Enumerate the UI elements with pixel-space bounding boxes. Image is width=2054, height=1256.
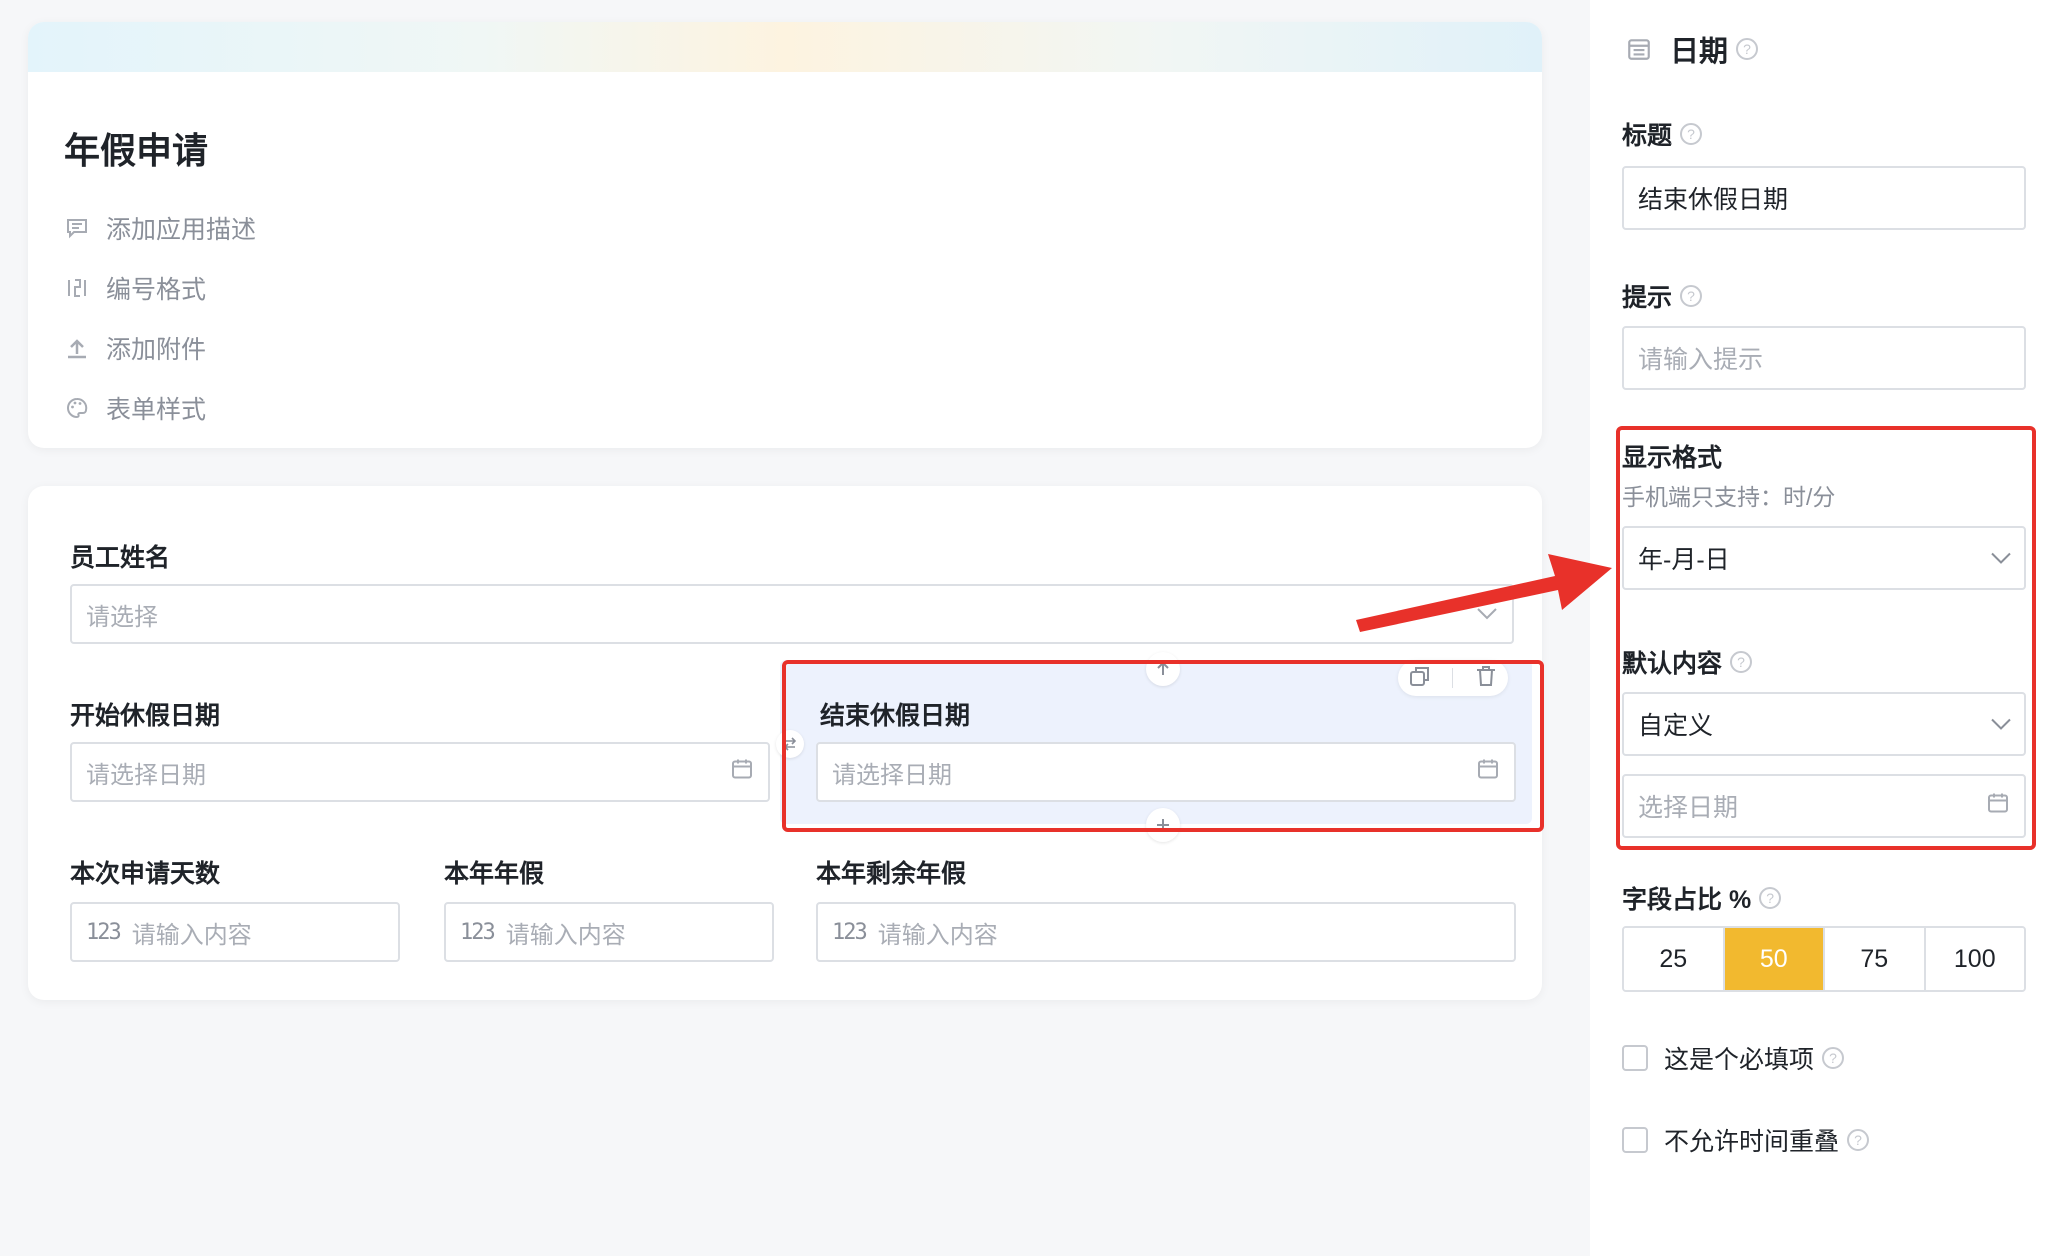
format-value: 年-月-日: [1638, 546, 1730, 574]
employee-placeholder: 请选择: [86, 603, 158, 631]
meta-label: 编号格式: [106, 276, 207, 304]
default-setting-text: 默认内容: [1622, 650, 1723, 678]
panel-header: 日期 ?: [1626, 28, 1759, 70]
title-setting-label: 标题 ?: [1622, 116, 1703, 152]
annual-input[interactable]: 123 请输入内容: [444, 902, 774, 962]
width-option-75[interactable]: 75: [1825, 928, 1926, 990]
default-date-input[interactable]: 选择日期: [1622, 774, 2026, 838]
width-setting-label: 字段占比 % ?: [1622, 880, 1782, 916]
help-icon[interactable]: ?: [1759, 887, 1782, 909]
number-prefix-icon: 123: [460, 919, 496, 945]
annotation-arrow-icon: [1356, 554, 1612, 632]
meta-label: 表单样式: [106, 396, 207, 424]
swap-handle[interactable]: [776, 730, 804, 758]
remaining-label: 本年剩余年假: [816, 860, 967, 888]
end-date-placeholder: 请选择日期: [832, 761, 952, 789]
calendar-icon: [1476, 757, 1500, 788]
required-label: 这是个必填项: [1664, 1046, 1815, 1074]
form-title[interactable]: 年假申请: [64, 122, 208, 174]
format-note: 手机端只支持：时/分: [1622, 484, 1836, 510]
required-option[interactable]: 这是个必填项 ?: [1622, 1040, 1845, 1076]
panel-title: 日期: [1670, 36, 1729, 68]
width-option-25[interactable]: 25: [1624, 928, 1725, 990]
hint-placeholder: 请输入提示: [1638, 346, 1764, 374]
upload-icon: [64, 335, 90, 361]
calendar-icon: [1986, 791, 2010, 822]
start-date-input[interactable]: 请选择日期: [70, 742, 770, 802]
default-date-placeholder: 选择日期: [1638, 794, 1739, 822]
help-icon[interactable]: ?: [1680, 123, 1703, 145]
width-option-100[interactable]: 100: [1925, 928, 2024, 990]
help-icon[interactable]: ?: [1736, 38, 1759, 60]
help-icon[interactable]: ?: [1730, 651, 1753, 673]
days-label: 本次申请天数: [70, 860, 221, 888]
property-panel: 日期 ? 标题 ? 结束休假日期 提示 ? 请输入提示 显示格式 手机端只支持：…: [1590, 0, 2054, 1256]
numbering-icon: [64, 275, 90, 301]
start-date-label: 开始休假日期: [70, 702, 221, 730]
width-option-50[interactable]: 50: [1724, 928, 1825, 990]
copy-icon[interactable]: [1408, 664, 1432, 693]
default-value: 自定义: [1638, 712, 1714, 740]
format-setting-label: 显示格式: [1622, 444, 1723, 472]
palette-icon: [64, 395, 90, 421]
help-icon[interactable]: ?: [1680, 285, 1703, 307]
number-prefix-icon: 123: [832, 919, 868, 945]
add-description-button[interactable]: 添加应用描述: [64, 198, 256, 258]
no-overlap-option[interactable]: 不允许时间重叠 ?: [1622, 1122, 1870, 1158]
help-icon[interactable]: ?: [1847, 1129, 1870, 1151]
remaining-placeholder: 请输入内容: [877, 921, 998, 949]
annual-placeholder: 请输入内容: [505, 921, 626, 949]
end-date-label: 结束休假日期: [820, 702, 971, 730]
meta-label: 添加附件: [106, 336, 207, 364]
format-select[interactable]: 年-月-日: [1622, 526, 2026, 590]
width-segmented-control: 25 50 75 100: [1622, 926, 2026, 992]
start-date-placeholder: 请选择日期: [86, 761, 206, 789]
default-setting-label: 默认内容 ?: [1622, 644, 1753, 680]
hint-input[interactable]: 请输入提示: [1622, 326, 2026, 390]
help-icon[interactable]: ?: [1822, 1047, 1845, 1069]
days-input[interactable]: 123 请输入内容: [70, 902, 400, 962]
title-value: 结束休假日期: [1638, 186, 1789, 214]
form-header-card: 年假申请 添加应用描述 编号格式 添加附件 表单样式: [28, 22, 1542, 448]
form-style-button[interactable]: 表单样式: [64, 378, 256, 438]
hint-setting-text: 提示: [1622, 284, 1673, 312]
form-meta-list: 添加应用描述 编号格式 添加附件 表单样式: [64, 198, 256, 438]
meta-label: 添加应用描述: [106, 216, 257, 244]
annual-label: 本年年假: [444, 860, 545, 888]
hint-setting-label: 提示 ?: [1622, 278, 1703, 314]
days-placeholder: 请输入内容: [131, 921, 252, 949]
default-select[interactable]: 自定义: [1622, 692, 2026, 756]
calendar-list-icon: [1626, 36, 1652, 62]
no-overlap-label: 不允许时间重叠: [1664, 1128, 1840, 1156]
numbering-format-button[interactable]: 编号格式: [64, 258, 256, 318]
chevron-down-icon: [1990, 710, 2012, 739]
add-attachment-button[interactable]: 添加附件: [64, 318, 256, 378]
number-prefix-icon: 123: [86, 919, 122, 945]
comment-icon: [64, 215, 90, 241]
trash-icon[interactable]: [1474, 664, 1498, 693]
employee-select[interactable]: 请选择: [70, 584, 1514, 644]
calendar-icon: [730, 757, 754, 788]
move-up-handle[interactable]: [1146, 652, 1180, 686]
title-setting-text: 标题: [1622, 122, 1673, 150]
width-setting-text: 字段占比 %: [1622, 886, 1752, 914]
required-checkbox[interactable]: [1622, 1045, 1648, 1071]
field-actions: [1398, 660, 1508, 696]
employee-label: 员工姓名: [70, 544, 171, 572]
header-gradient: [28, 22, 1542, 72]
actions-divider: [1452, 668, 1454, 688]
no-overlap-checkbox[interactable]: [1622, 1127, 1648, 1153]
end-date-input[interactable]: 请选择日期: [816, 742, 1516, 802]
remaining-input[interactable]: 123 请输入内容: [816, 902, 1516, 962]
add-below-handle[interactable]: [1146, 808, 1180, 842]
chevron-down-icon: [1990, 544, 2012, 573]
title-input[interactable]: 结束休假日期: [1622, 166, 2026, 230]
